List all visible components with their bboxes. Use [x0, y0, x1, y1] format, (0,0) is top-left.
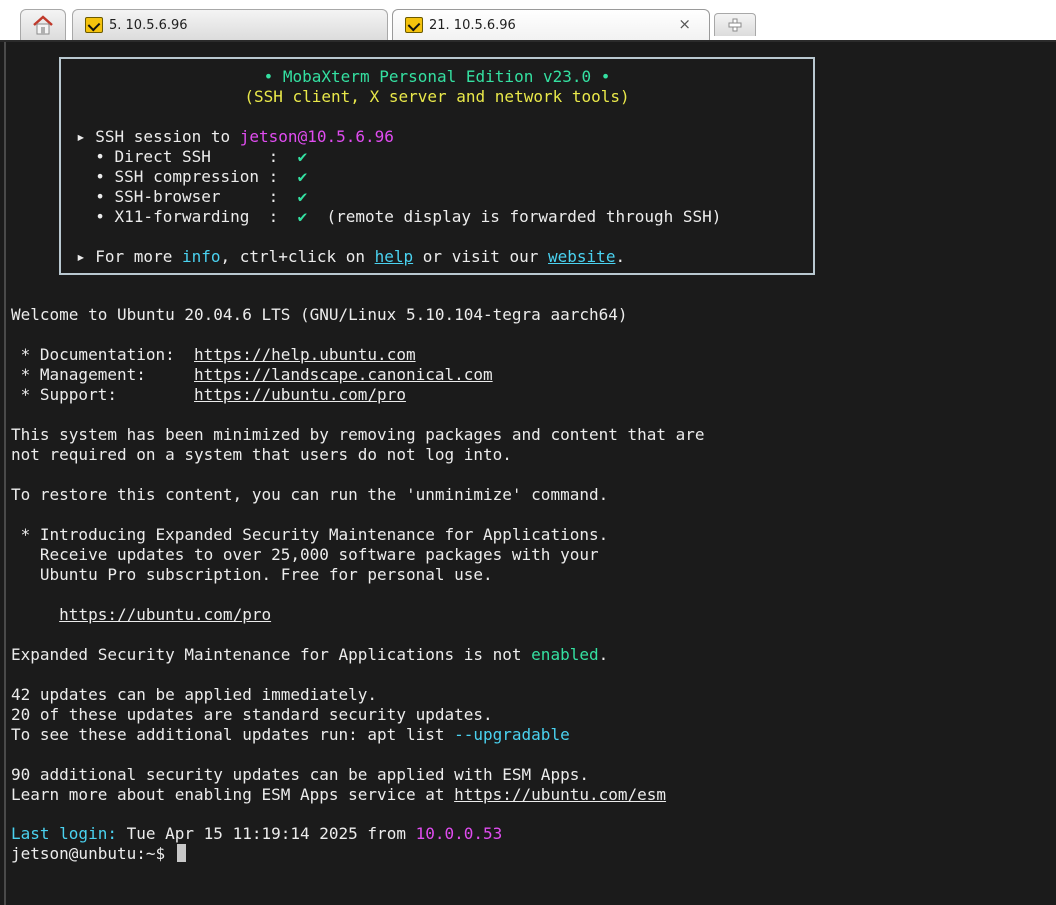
pro-url-line: https://ubuntu.com/pro — [11, 605, 271, 625]
ubuntu-esm-link[interactable]: https://ubuntu.com/esm — [454, 785, 666, 804]
management-link[interactable]: https://landscape.canonical.com — [194, 365, 493, 384]
plus-icon — [728, 18, 742, 32]
esm-intro-line-2: Receive updates to over 25,000 software … — [11, 545, 599, 564]
home-tab[interactable] — [20, 9, 66, 40]
terminal-icon — [85, 17, 103, 33]
check-icon: ✔ — [297, 167, 308, 186]
minimized-line-2: not required on a system that users do n… — [11, 445, 512, 464]
check-icon: ✔ — [297, 147, 308, 166]
ubuntu-pro-link[interactable]: https://ubuntu.com/pro — [59, 605, 271, 624]
session-tab-label: 5. 10.5.6.96 — [109, 17, 188, 33]
doc-label: * Documentation: — [11, 345, 195, 364]
esm-apps-line-2: Learn more about enabling ESM Apps servi… — [11, 785, 666, 805]
terminal-left-border — [4, 42, 6, 905]
mgmt-label: * Management: — [11, 365, 195, 384]
support-link[interactable]: https://ubuntu.com/pro — [194, 385, 406, 404]
last-login-label: Last login: — [11, 824, 117, 843]
esm-intro-line-1: * Introducing Expanded Security Maintena… — [11, 525, 609, 544]
last-login-line: Last login: Tue Apr 15 11:19:14 2025 fro… — [11, 824, 502, 844]
updates-line-3: To see these additional updates run: apt… — [11, 725, 570, 745]
more-prefix: ▸ For more — [76, 247, 182, 266]
more-mid: , ctrl+click on — [220, 247, 375, 266]
restore-line: To restore this content, you can run the… — [11, 485, 609, 504]
banner-subtitle: (SSH client, X server and network tools) — [244, 87, 630, 106]
support-line: * Support: https://ubuntu.com/pro — [11, 385, 406, 405]
welcome-line: Welcome to Ubuntu 20.04.6 LTS (GNU/Linux… — [11, 305, 628, 324]
more-end: . — [615, 247, 626, 266]
mobaxterm-banner: • MobaXterm Personal Edition v23.0 • (SS… — [59, 57, 815, 275]
documentation-line: * Documentation: https://help.ubuntu.com — [11, 345, 416, 365]
esm-status-line: Expanded Security Maintenance for Applic… — [11, 645, 608, 665]
updates-line-2: 20 of these updates are standard securit… — [11, 705, 493, 724]
terminal-cursor — [176, 844, 186, 862]
more-info-line: ▸ For more info, ctrl+click on help or v… — [76, 247, 625, 267]
esm-intro-line-3: Ubuntu Pro subscription. Free for person… — [11, 565, 493, 584]
check-icon: ✔ — [297, 207, 308, 226]
esm-status-end: . — [598, 645, 609, 664]
management-line: * Management: https://landscape.canonica… — [11, 365, 493, 385]
shell-prompt-line[interactable]: jetson@unbutu:~$ — [11, 844, 186, 864]
close-tab-icon[interactable]: × — [678, 15, 691, 33]
session-tab-label: 21. 10.5.6.96 — [429, 17, 516, 33]
last-login-ip: 10.0.0.53 — [415, 824, 503, 843]
session-tab-bar: 5. 10.5.6.96 21. 10.5.6.96 × — [0, 0, 1056, 42]
updates-cmd-prefix: To see these additional updates run: apt… — [11, 725, 455, 744]
feature-ssh-browser: • SSH-browser : ✔ — [76, 187, 307, 207]
feature-note: (remote display is forwarded through SSH… — [307, 207, 722, 226]
terminal-icon — [405, 17, 423, 33]
banner-title: • MobaXterm Personal Edition v23.0 • — [263, 67, 611, 86]
esm-apps-prefix: Learn more about enabling ESM Apps servi… — [11, 785, 455, 804]
ssh-session-line: ▸ SSH session to jetson@10.5.6.96 — [76, 127, 394, 147]
feature-label: • SSH compression : — [76, 167, 298, 186]
esm-status-word: enabled — [531, 645, 599, 664]
website-link[interactable]: website — [548, 247, 615, 266]
feature-label: • SSH-browser : — [76, 187, 298, 206]
session-prefix: ▸ SSH session to — [76, 127, 240, 146]
session-tab-2-active[interactable]: 21. 10.5.6.96 × — [392, 9, 710, 40]
help-link[interactable]: help — [375, 247, 414, 266]
documentation-link[interactable]: https://help.ubuntu.com — [194, 345, 416, 364]
feature-direct-ssh: • Direct SSH : ✔ — [76, 147, 307, 167]
shell-prompt: jetson@unbutu:~$ — [11, 844, 175, 863]
minimized-line-1: This system has been minimized by removi… — [11, 425, 705, 444]
feature-label: • X11-forwarding : — [76, 207, 298, 226]
info-link[interactable]: info — [182, 247, 221, 266]
esm-apps-line-1: 90 additional security updates can be ap… — [11, 765, 589, 784]
new-tab-button[interactable] — [714, 13, 756, 36]
session-target: jetson@10.5.6.96 — [239, 127, 394, 146]
feature-label: • Direct SSH : — [76, 147, 298, 166]
esm-status-prefix: Expanded Security Maintenance for Applic… — [11, 645, 532, 664]
home-icon — [33, 15, 53, 35]
updates-line-1: 42 updates can be applied immediately. — [11, 685, 378, 704]
support-label: * Support: — [11, 385, 195, 404]
last-login-date: Tue Apr 15 11:19:14 2025 from — [116, 824, 416, 843]
session-tab-1[interactable]: 5. 10.5.6.96 — [72, 9, 388, 40]
check-icon: ✔ — [297, 187, 308, 206]
more-mid2: or visit our — [413, 247, 549, 266]
upgradable-option: --upgradable — [454, 725, 570, 744]
terminal-output[interactable]: • MobaXterm Personal Edition v23.0 • (SS… — [0, 42, 1056, 905]
feature-x11-forwarding: • X11-forwarding : ✔ (remote display is … — [76, 207, 721, 227]
feature-ssh-compression: • SSH compression : ✔ — [76, 167, 307, 187]
